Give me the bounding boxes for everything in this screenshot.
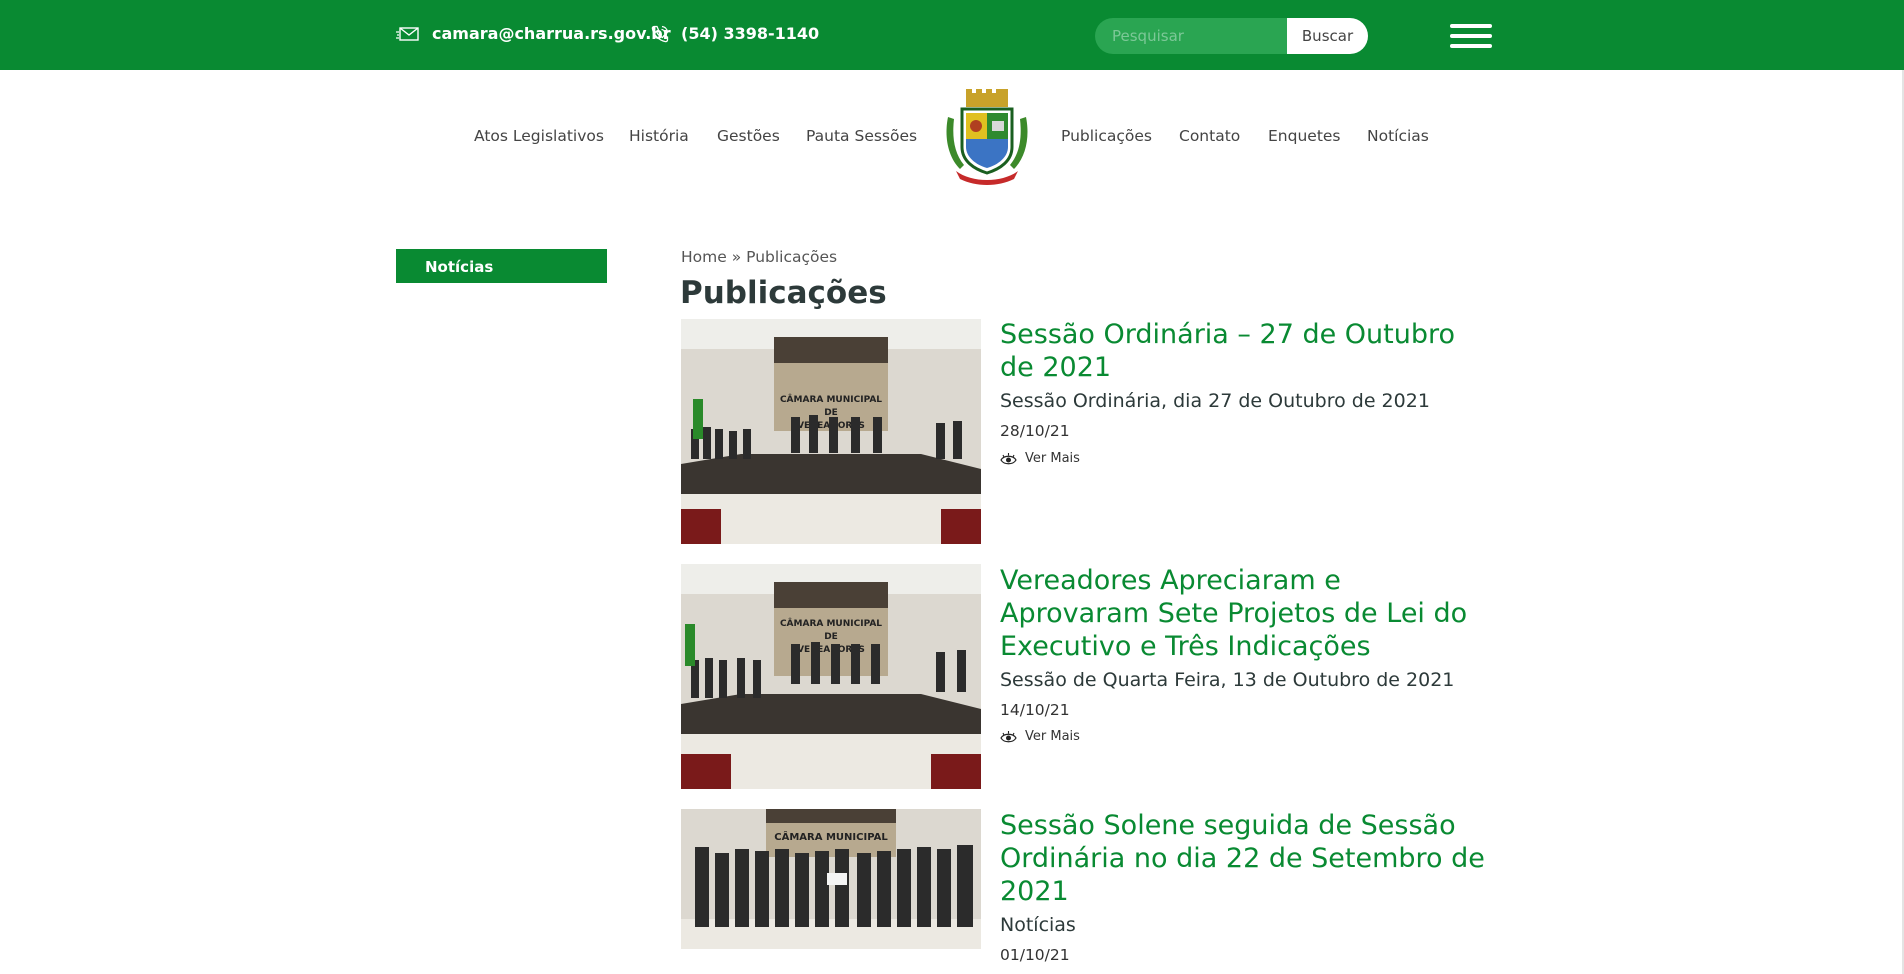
nav-historia[interactable]: História [629,127,689,145]
search-form: Buscar [1095,18,1368,54]
eye-icon [1000,730,1017,742]
breadcrumb-separator: » [731,248,742,266]
sidebar-item-noticias[interactable]: Notícias [396,249,607,283]
ver-mais-label[interactable]: Ver Mais [1025,729,1080,744]
post-thumbnail[interactable]: CÂMARA MUNICIPAL DE VEREADORES [681,319,981,544]
nav-enquetes[interactable]: Enquetes [1268,127,1341,145]
nav-pauta-sessoes[interactable]: Pauta Sessões [806,127,917,145]
ver-mais-link[interactable]: Ver Mais [1000,451,1080,466]
phone-text[interactable]: (54) 3398-1140 [681,24,819,43]
image-caption-line: DE [824,408,838,418]
municipal-crest-logo[interactable] [942,87,1032,185]
email-text[interactable]: camara@charrua.rs.gov.br [432,24,671,43]
nav-gestoes[interactable]: Gestões [717,127,780,145]
nav-publicacoes[interactable]: Publicações [1061,127,1152,145]
image-caption-line: CÂMARA MUNICIPAL [780,617,882,629]
breadcrumb-current: Publicações [746,248,838,266]
phone-icon [651,25,669,42]
nav-contato[interactable]: Contato [1179,127,1240,145]
ver-mais-link[interactable]: Ver Mais [1000,729,1080,744]
post-subtitle: Sessão Ordinária, dia 27 de Outubro de 2… [1000,390,1430,412]
eye-icon [1000,452,1017,464]
image-caption-line: CÂMARA MUNICIPAL [774,830,888,843]
ver-mais-label[interactable]: Ver Mais [1025,451,1080,466]
nav-noticias[interactable]: Notícias [1367,127,1429,145]
breadcrumb: Home » Publicações [681,248,837,266]
post-thumbnail[interactable]: CÂMARA MUNICIPAL DE VEREADORES [681,564,981,789]
image-caption-line: DE [824,632,838,642]
breadcrumb-home[interactable]: Home [681,248,727,266]
envelope-icon [396,26,419,41]
nav-atos-legislativos[interactable]: Atos Legislativos [474,127,604,145]
post-title[interactable]: Sessão Ordinária – 27 de Outubro de 2021 [1000,318,1490,384]
post-date: 28/10/21 [1000,422,1070,440]
email-contact[interactable]: camara@charrua.rs.gov.br [396,24,671,43]
search-button[interactable]: Buscar [1287,18,1368,54]
hamburger-menu-icon[interactable] [1450,24,1492,48]
image-caption-line: CÂMARA MUNICIPAL [780,393,882,405]
phone-contact[interactable]: (54) 3398-1140 [651,24,819,43]
post-date: 01/10/21 [1000,946,1070,964]
top-bar: camara@charrua.rs.gov.br (54) 3398-1140 … [0,0,1904,70]
post-thumbnail[interactable]: CÂMARA MUNICIPAL [681,809,981,949]
search-input[interactable] [1095,18,1287,54]
post-title[interactable]: Vereadores Apreciaram e Aprovaram Sete P… [1000,564,1490,663]
post-date: 14/10/21 [1000,701,1070,719]
post-subtitle: Notícias [1000,914,1076,936]
page-title: Publicações [680,275,887,311]
post-title[interactable]: Sessão Solene seguida de Sessão Ordinári… [1000,809,1490,908]
post-subtitle: Sessão de Quarta Feira, 13 de Outubro de… [1000,669,1455,691]
